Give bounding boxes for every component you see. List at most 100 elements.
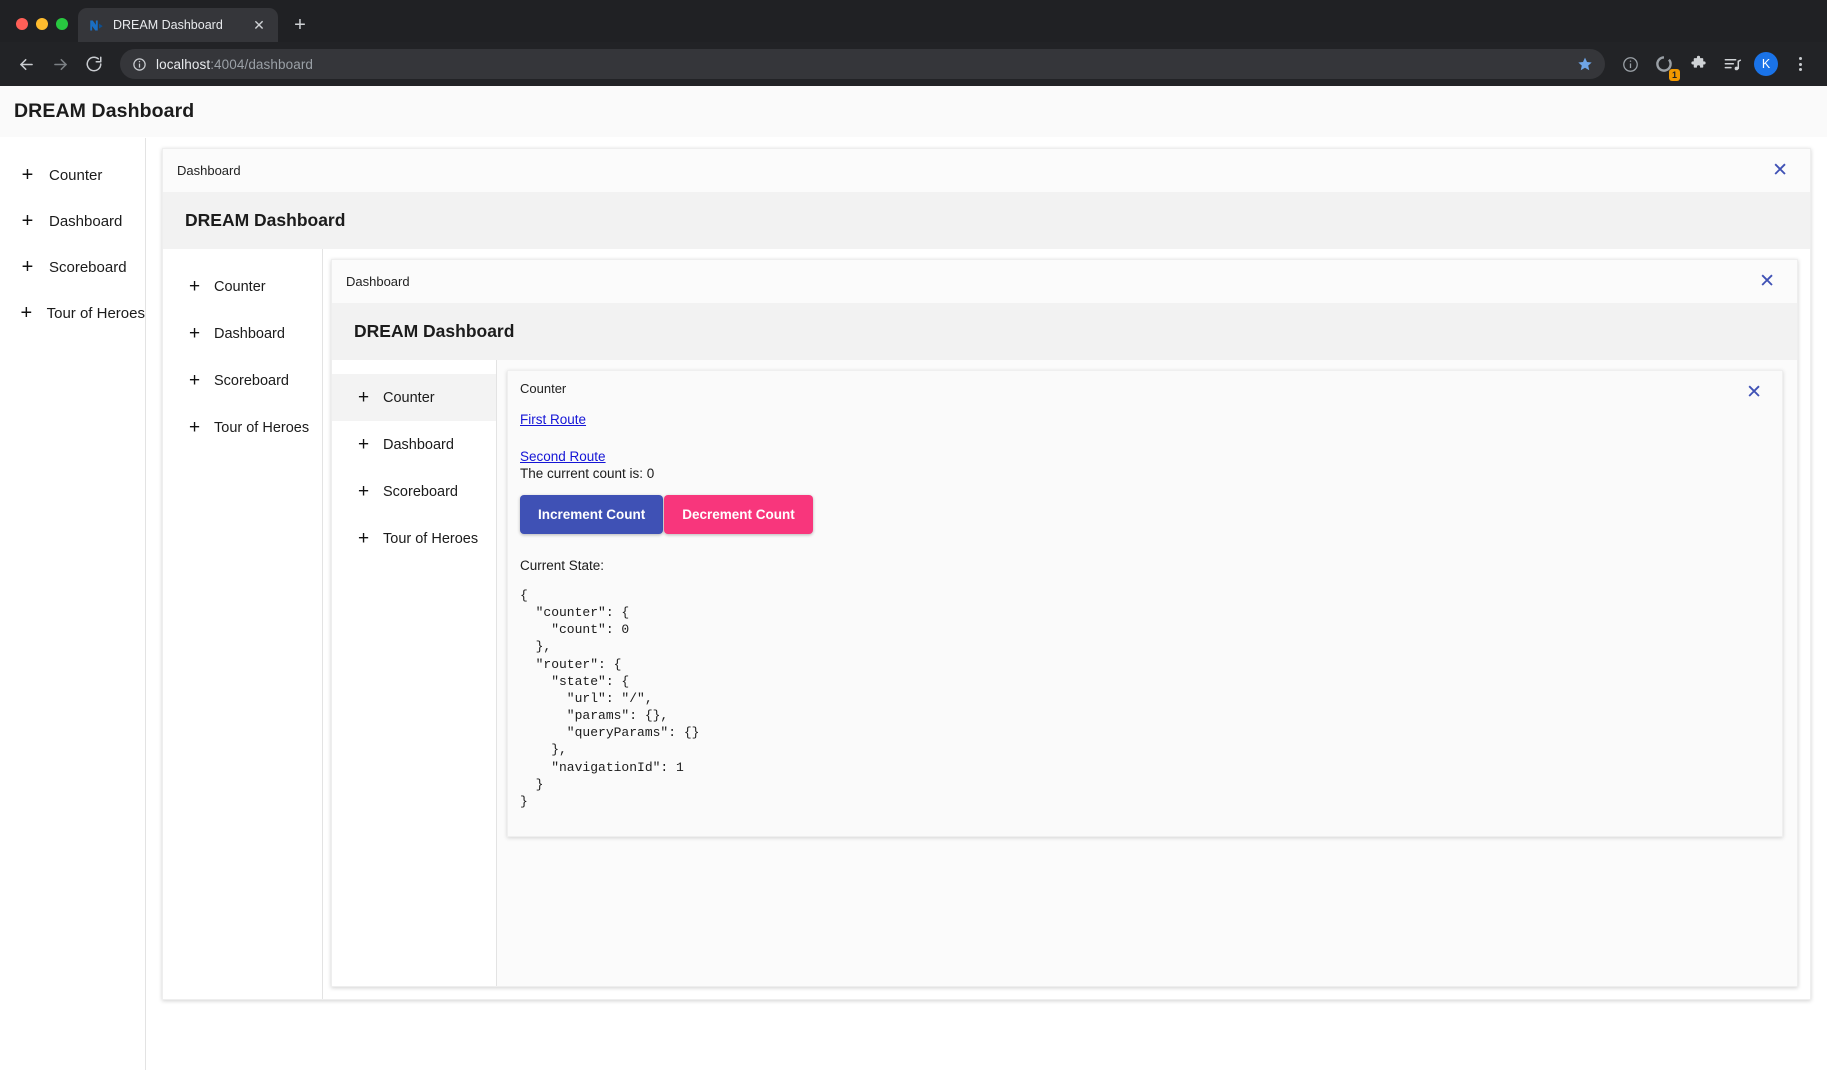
plus-icon: + [357, 481, 370, 502]
reading-list-icon[interactable] [1717, 49, 1747, 79]
plus-icon: + [357, 528, 370, 549]
sidebar-item-scoreboard[interactable]: + Scoreboard [163, 357, 322, 404]
profile-avatar[interactable]: K [1751, 49, 1781, 79]
card-banner-title: DREAM Dashboard [185, 210, 346, 230]
address-bar-path: :4004/dashboard [210, 56, 314, 72]
card-banner-title: DREAM Dashboard [354, 321, 515, 341]
browser-tab-title: DREAM Dashboard [113, 18, 223, 32]
extensions-puzzle-icon[interactable] [1683, 49, 1713, 79]
sidebar-item-label: Scoreboard [214, 372, 289, 389]
close-icon[interactable]: ✕ [1740, 381, 1768, 404]
sidebar-item-label: Scoreboard [383, 483, 458, 500]
plus-icon: + [21, 210, 34, 232]
root-sidebar: + Counter + Dashboard + Scoreboard + Tou… [0, 138, 146, 1070]
extension-badge-count: 1 [1668, 69, 1680, 81]
new-tab-button[interactable]: + [286, 11, 314, 39]
sidebar-level-1: + Counter + Dashboard + Scoreboard + Tou… [163, 249, 323, 999]
plus-icon: + [21, 256, 34, 278]
page-info-icon[interactable] [132, 57, 147, 72]
sidebar-item-tour-of-heroes[interactable]: + Tour of Heroes [163, 404, 322, 451]
sidebar-item-label: Dashboard [214, 325, 285, 342]
card-route-label: Dashboard [346, 274, 410, 289]
first-route-link[interactable]: First Route [520, 412, 1782, 427]
maximize-window-button[interactable] [56, 18, 68, 30]
close-icon[interactable]: ✕ [1753, 270, 1781, 293]
sidebar-item-counter[interactable]: + Counter [0, 152, 145, 198]
address-bar-host: localhost [156, 56, 211, 72]
counter-outlet: Counter ✕ First Route Second Route The c… [497, 360, 1797, 986]
dashboard-card-level-2: Dashboard ✕ DREAM Dashboard + Counter + … [331, 259, 1798, 987]
card-topbar-level-1: Dashboard ✕ [163, 149, 1810, 192]
sidebar-item-label: Counter [49, 166, 103, 184]
page-info-circle-icon[interactable] [1615, 49, 1645, 79]
sidebar-item-dashboard[interactable]: + Dashboard [332, 421, 496, 468]
avatar-letter: K [1754, 52, 1778, 76]
window-traffic-lights [10, 18, 78, 42]
card-route-label: Counter [520, 381, 567, 396]
increment-count-button[interactable]: Increment Count [520, 495, 664, 534]
sidebar-item-label: Tour of Heroes [383, 530, 479, 547]
dashboard-card-level-1: Dashboard ✕ DREAM Dashboard + Counter + … [162, 148, 1811, 1000]
plus-icon: + [188, 417, 201, 438]
sidebar-item-tour-of-heroes[interactable]: + Tour of Heroes [332, 515, 496, 562]
address-bar-url: localhost:4004/dashboard [156, 57, 313, 72]
sidebar-level-2: + Counter + Dashboard + Scoreboard + Tou… [332, 360, 497, 986]
current-state-json: { "counter": { "count": 0 }, "router": {… [520, 588, 700, 809]
counter-button-row: Increment Count Decrement Count [520, 495, 1782, 534]
plus-icon: + [21, 164, 34, 186]
sidebar-item-label: Scoreboard [49, 258, 127, 276]
browser-tab-strip: DREAM Dashboard ✕ + [0, 0, 1827, 42]
plus-icon: + [188, 323, 201, 344]
card-topbar-level-2: Dashboard ✕ [332, 260, 1797, 303]
browser-menu-icon[interactable] [1785, 49, 1815, 79]
card-banner-level-1: DREAM Dashboard [163, 192, 1810, 249]
sidebar-item-label: Tour of Heroes [46, 304, 145, 322]
star-icon[interactable] [1577, 56, 1593, 72]
nx-logo-icon [88, 17, 104, 33]
plus-icon: + [188, 370, 201, 391]
decrement-count-button[interactable]: Decrement Count [664, 495, 813, 534]
sidebar-item-scoreboard[interactable]: + Scoreboard [332, 468, 496, 515]
sidebar-item-tour-of-heroes[interactable]: + Tour of Heroes [0, 290, 145, 336]
card-banner-level-2: DREAM Dashboard [332, 303, 1797, 360]
close-icon[interactable]: ✕ [1766, 159, 1794, 182]
toolbar-icon-group: 1 K [1615, 49, 1817, 81]
sidebar-item-dashboard[interactable]: + Dashboard [0, 198, 145, 244]
plus-icon: + [20, 302, 33, 324]
second-route-link[interactable]: Second Route [520, 449, 1782, 464]
card-route-label: Dashboard [177, 163, 241, 178]
sidebar-item-label: Dashboard [49, 212, 123, 230]
plus-icon: + [357, 387, 370, 408]
plus-icon: + [357, 434, 370, 455]
card-split-level-2: + Counter + Dashboard + Scoreboard + Tou… [332, 360, 1797, 986]
sidebar-item-label: Tour of Heroes [214, 419, 310, 436]
tab-close-icon[interactable]: ✕ [250, 16, 268, 34]
content-area-level-1: Dashboard ✕ DREAM Dashboard + Counter + … [323, 249, 1810, 999]
sidebar-item-counter[interactable]: + Counter [163, 263, 322, 310]
back-icon[interactable] [10, 48, 42, 80]
current-count-text: The current count is: 0 [520, 466, 655, 481]
sidebar-item-label: Counter [383, 389, 435, 406]
address-bar[interactable]: localhost:4004/dashboard [120, 49, 1605, 79]
extension-loading-icon[interactable]: 1 [1649, 49, 1680, 81]
minimize-window-button[interactable] [36, 18, 48, 30]
app-header: DREAM Dashboard [0, 86, 1827, 138]
forward-icon[interactable] [44, 48, 76, 80]
sidebar-item-label: Dashboard [383, 436, 454, 453]
browser-toolbar: localhost:4004/dashboard 1 K [0, 42, 1827, 86]
card-split-level-1: + Counter + Dashboard + Scoreboard + Tou… [163, 249, 1810, 999]
sidebar-item-counter[interactable]: + Counter [332, 374, 496, 421]
reload-icon[interactable] [78, 48, 110, 80]
sidebar-item-label: Counter [214, 278, 266, 295]
browser-tab[interactable]: DREAM Dashboard ✕ [78, 8, 278, 42]
sidebar-item-dashboard[interactable]: + Dashboard [163, 310, 322, 357]
counter-card: Counter ✕ First Route Second Route The c… [507, 370, 1783, 838]
close-window-button[interactable] [16, 18, 28, 30]
app-body: + Counter + Dashboard + Scoreboard + Tou… [0, 138, 1827, 1070]
root-content-area: Dashboard ✕ DREAM Dashboard + Counter + … [146, 138, 1827, 1070]
sidebar-item-scoreboard[interactable]: + Scoreboard [0, 244, 145, 290]
current-state-label: Current State: [520, 558, 605, 573]
page-viewport: DREAM Dashboard + Counter + Dashboard + … [0, 86, 1827, 1070]
page-title: DREAM Dashboard [14, 100, 195, 122]
counter-body: First Route Second Route The current cou… [508, 404, 1782, 810]
